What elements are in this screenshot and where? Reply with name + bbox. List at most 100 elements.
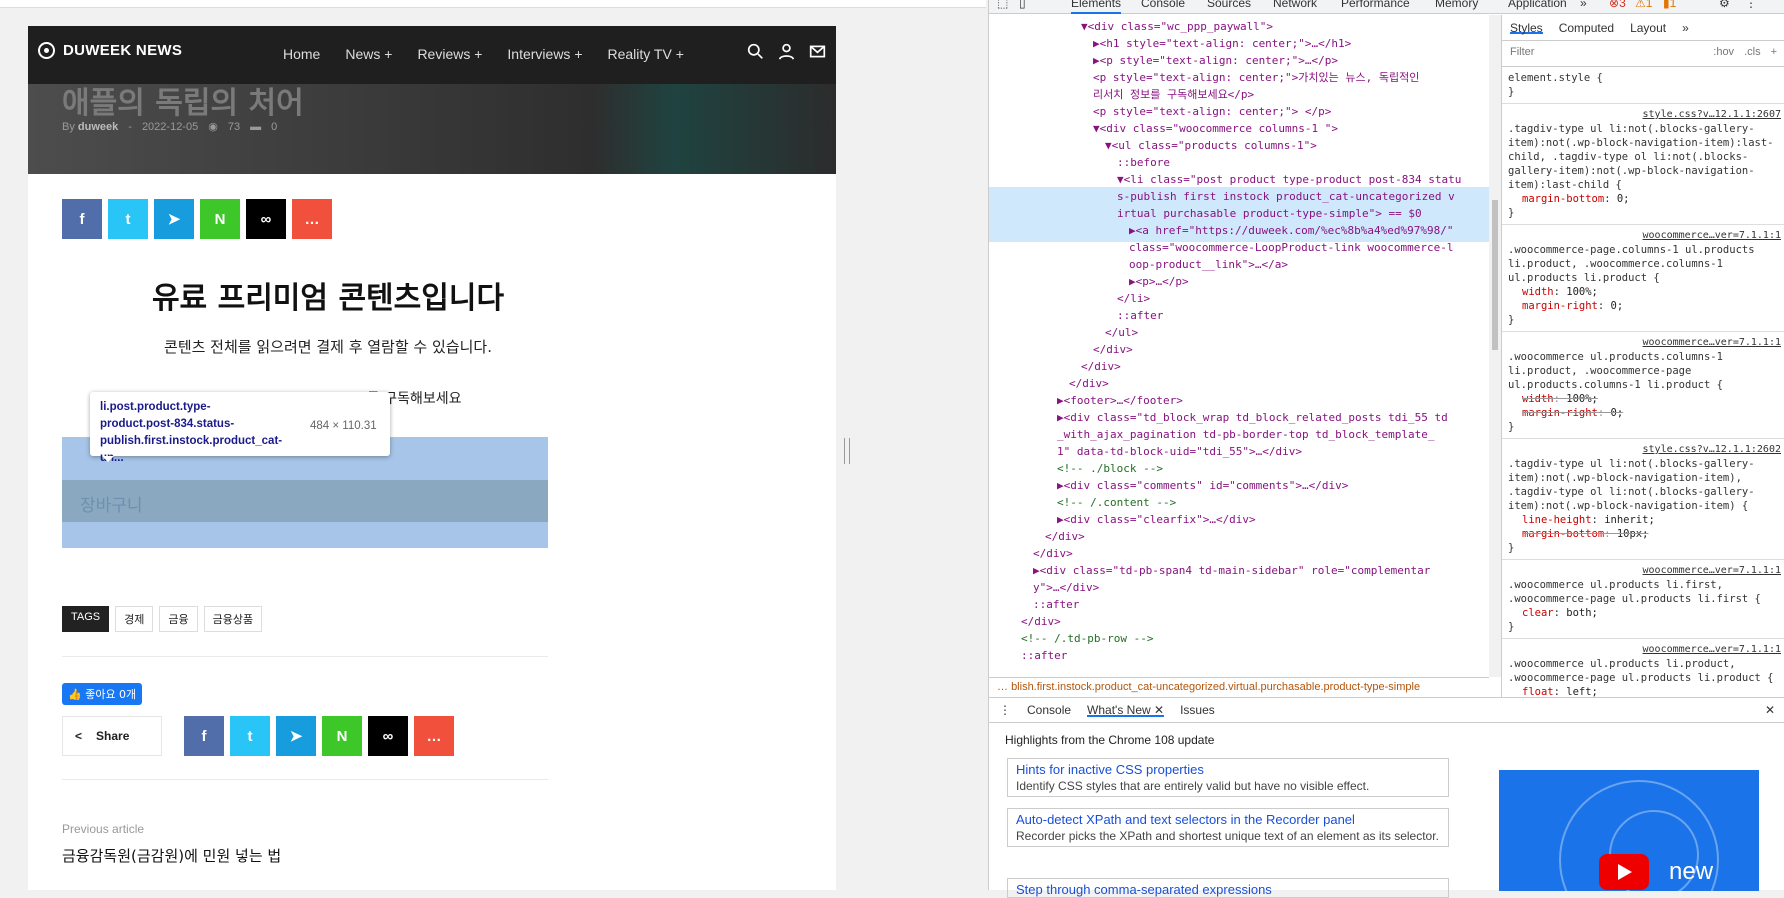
user-icon[interactable] [778, 43, 795, 60]
dom-breadcrumb[interactable]: … blish.first.instock.product_cat-uncate… [989, 677, 1489, 697]
dom-node-line[interactable]: ▼<li class="post product type-product po… [1117, 171, 1461, 188]
tab-sources[interactable]: Sources [1207, 0, 1251, 10]
dom-node-line[interactable]: ::after [1117, 307, 1163, 324]
menu-item-reality-tv[interactable]: Reality TV + [608, 46, 684, 62]
menu-item-interviews[interactable]: Interviews + [507, 46, 582, 62]
css-property[interactable]: float: left; [1508, 685, 1779, 697]
tab-performance[interactable]: Performance [1341, 0, 1410, 10]
dom-node-line[interactable]: </div> [1033, 545, 1073, 562]
dom-node-line[interactable]: s-publish first instock product_cat-unca… [1117, 188, 1455, 205]
tab-memory[interactable]: Memory [1435, 0, 1478, 10]
css-property[interactable]: margin-right: 0; [1508, 299, 1779, 313]
site-logo[interactable]: DUWEEK NEWS [38, 42, 182, 59]
dom-node-line[interactable]: </div> [1021, 613, 1061, 630]
facebook-icon[interactable]: f [184, 716, 224, 756]
drawer-menu-icon[interactable]: ⋮ [999, 703, 1011, 717]
css-property[interactable]: margin-bottom: 10px; [1508, 527, 1779, 541]
dom-node-line[interactable]: 1" data-td-block-uid="tdi_55">…</div> [1057, 443, 1302, 460]
css-rule[interactable]: woocommerce…ver=7.1.1:1 .woocommerce-page… [1502, 225, 1784, 332]
card-title[interactable]: Hints for inactive CSS properties [1016, 762, 1440, 777]
tab-network[interactable]: Network [1273, 0, 1317, 10]
rule-source-link[interactable]: woocommerce…ver=7.1.1:1 [1643, 643, 1781, 657]
dom-node-line[interactable]: ▼<ul class="products columns-1"> [1105, 137, 1317, 154]
mail-icon[interactable] [809, 43, 826, 60]
more-style-tabs[interactable]: » [1682, 21, 1689, 35]
dom-node-line[interactable]: ▶<h1 style="text-align: center;">…</h1> [1093, 35, 1351, 52]
play-icon[interactable] [1599, 854, 1649, 890]
telegram-icon[interactable]: ➤ [154, 199, 194, 239]
menu-item-home[interactable]: Home [283, 46, 320, 62]
gear-icon[interactable]: ⚙ [1719, 0, 1730, 10]
dom-node-line[interactable]: ▼<div class="woocommerce columns-1 "> [1093, 120, 1338, 137]
add-to-cart-button[interactable]: 장바구니 [62, 480, 548, 522]
tab-application[interactable]: Application [1508, 0, 1567, 10]
drawer-tab-whats-new[interactable]: What's New ✕ [1087, 703, 1165, 717]
rule-source-link[interactable]: woocommerce…ver=7.1.1:1 [1643, 229, 1781, 243]
dom-node-line[interactable]: y">…</div> [1033, 579, 1099, 596]
share-button[interactable]: < Share [62, 716, 162, 756]
tag-item[interactable]: 금융상품 [203, 606, 263, 632]
dom-scrollbar[interactable] [1489, 15, 1501, 677]
close-icon[interactable]: ✕ [1154, 703, 1164, 717]
link-icon[interactable]: ∞ [246, 199, 286, 239]
tag-item[interactable]: 금융 [159, 606, 198, 632]
dom-node-line[interactable]: </div> [1081, 358, 1121, 375]
dom-node-line[interactable]: ::after [1021, 647, 1067, 664]
whats-new-card[interactable]: Hints for inactive CSS properties Identi… [1007, 758, 1449, 797]
chat-icon[interactable]: … [414, 716, 454, 756]
css-property[interactable]: margin-right: 0; [1508, 406, 1779, 420]
dom-node-line[interactable]: </div> [1045, 528, 1085, 545]
css-rule[interactable]: style.css?v…12.1.1:2602 .tagdiv-type ul l… [1502, 439, 1784, 560]
drawer-close-icon[interactable]: ✕ [1765, 703, 1775, 717]
rule-source-link[interactable]: woocommerce…ver=7.1.1:1 [1643, 564, 1781, 578]
rule-source-link[interactable]: woocommerce…ver=7.1.1:1 [1643, 336, 1781, 350]
rule-source-link[interactable]: style.css?v…12.1.1:2602 [1643, 443, 1781, 457]
dom-node-line[interactable]: _with_ajax_pagination td-pb-border-top t… [1057, 426, 1435, 443]
drawer-tab-issues[interactable]: Issues [1180, 703, 1215, 717]
dom-node-line[interactable]: ▶<div class="clearfix">…</div> [1057, 511, 1256, 528]
cls-button[interactable]: .cls [1744, 46, 1761, 61]
search-icon[interactable] [747, 43, 764, 60]
tab-styles[interactable]: Styles [1510, 21, 1543, 35]
hov-button[interactable]: :hov [1713, 46, 1734, 61]
issues-badge[interactable]: ▮1 [1663, 0, 1676, 10]
dom-node-line[interactable]: ▶<p style="text-align: center;">…</p> [1093, 52, 1338, 69]
new-rule-button[interactable]: + [1771, 46, 1777, 61]
warning-badge[interactable]: ⚠1 [1635, 0, 1652, 10]
card-title[interactable]: Auto-detect XPath and text selectors in … [1016, 812, 1440, 827]
twitter-icon[interactable]: t [230, 716, 270, 756]
facebook-like-button[interactable]: 👍 좋아요 0개 [62, 683, 143, 705]
menu-item-reviews[interactable]: Reviews + [417, 46, 482, 62]
menu-item-news[interactable]: News + [345, 46, 392, 62]
dom-node-line[interactable]: ▶<a href="https://duweek.com/%ec%8b%a4%e… [1129, 222, 1454, 239]
naver-icon[interactable]: N [322, 716, 362, 756]
scrollbar-thumb[interactable] [1492, 200, 1498, 350]
css-rule[interactable]: woocommerce…ver=7.1.1:1 .woocommerce ul.p… [1502, 560, 1784, 639]
naver-icon[interactable]: N [200, 199, 240, 239]
inspect-icon[interactable]: ⬚ [997, 0, 1008, 10]
kebab-menu-icon[interactable]: ⋮ [1745, 0, 1757, 10]
dom-node-line[interactable]: class="woocommerce-LoopProduct-link wooc… [1129, 239, 1454, 256]
dom-node-line[interactable]: ▶<div class="td-pb-span4 td-main-sidebar… [1033, 562, 1430, 579]
device-icon[interactable]: ▯ [1019, 0, 1026, 10]
dom-node-line[interactable]: </div> [1093, 341, 1133, 358]
dom-node-line[interactable]: ▶<footer>…</footer> [1057, 392, 1183, 409]
dom-node-line[interactable]: </div> [1069, 375, 1109, 392]
previous-article-link[interactable]: 금융감독원(금감원)에 민원 넣는 법 [62, 846, 282, 866]
css-rule[interactable]: style.css?v…12.1.1:2607 .tagdiv-type ul l… [1502, 104, 1784, 225]
dom-node-line[interactable]: <!-- /.td-pb-row --> [1021, 630, 1153, 647]
dom-node-line[interactable]: <!-- /.content --> [1057, 494, 1176, 511]
css-rule[interactable]: element.style {} [1502, 67, 1784, 104]
css-property[interactable]: line-height: inherit; [1508, 513, 1779, 527]
filter-input[interactable]: Filter [1510, 46, 1703, 61]
css-property[interactable]: margin-bottom: 0; [1508, 192, 1779, 206]
dom-node-line[interactable]: oop-product__link">…</a> [1129, 256, 1288, 273]
whats-new-video[interactable]: new [1499, 770, 1759, 891]
dom-node-line[interactable]: ::after [1033, 596, 1079, 613]
tab-computed[interactable]: Computed [1559, 21, 1614, 35]
more-tabs[interactable]: » [1580, 0, 1587, 10]
dom-node-line[interactable]: <!-- ./block --> [1057, 460, 1163, 477]
dom-node-line[interactable]: <p style="text-align: center;">가치있는 뉴스, … [1093, 69, 1419, 86]
css-property[interactable]: width: 100%; [1508, 285, 1779, 299]
link-icon[interactable]: ∞ [368, 716, 408, 756]
